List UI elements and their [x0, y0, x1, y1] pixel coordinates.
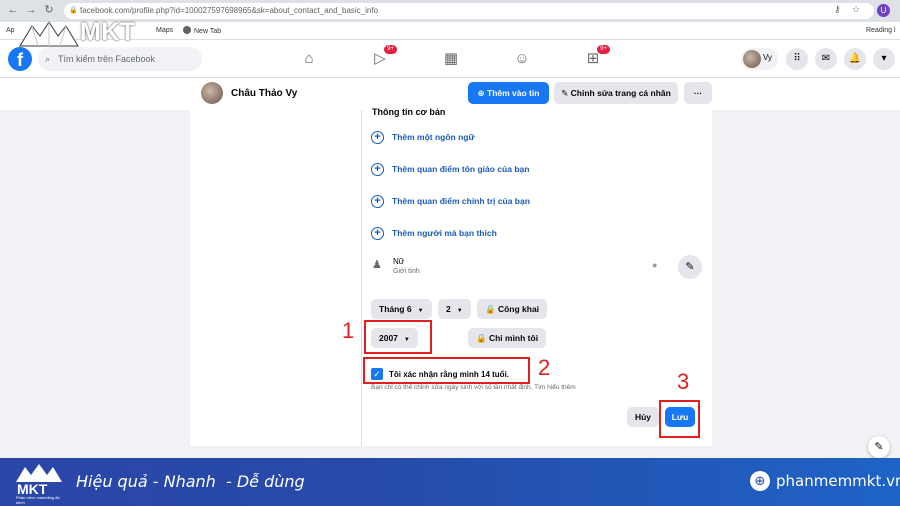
add-interested-in-link[interactable]: + Thêm người mà bạn thích: [371, 227, 497, 243]
year-privacy-button[interactable]: 🔒 Chỉ mình tôi: [468, 328, 547, 348]
mkt-logo: MKT Phần mềm marketing đa kênh: [18, 18, 158, 52]
person-icon: ♟: [372, 259, 382, 271]
header-profile-chip[interactable]: Vy: [741, 48, 778, 70]
groups-badge: 9+: [597, 45, 610, 54]
url-text: facebook.com/profile.php?id=100027597698…: [80, 6, 379, 15]
month-select[interactable]: Tháng 6 ▼: [371, 299, 432, 319]
annotation-number-2: 2: [538, 355, 551, 380]
bookmark-apps[interactable]: Ap: [6, 26, 15, 36]
chevron-down-icon: ▼: [417, 308, 424, 314]
annotation-number-3: 3: [677, 369, 690, 394]
notifications-icon[interactable]: 🔔: [844, 48, 866, 70]
home-icon[interactable]: ⌂: [298, 49, 320, 69]
gender-label: Giới tính: [393, 268, 420, 275]
mkt-mountain-icon: [19, 21, 79, 47]
about-content-card: Thông tin cơ bản + Thêm một ngôn ngữ + Thê…: [362, 107, 712, 446]
gaming-icon[interactable]: ⊞ 9+: [582, 45, 610, 69]
search-placeholder: Tìm kiếm trên Facebook: [58, 54, 156, 64]
add-politics-link[interactable]: + Thêm quan điểm chính trị của bạn: [371, 195, 530, 211]
plus-icon: +: [371, 131, 384, 144]
chevron-down-icon: ▼: [456, 308, 463, 314]
lock-icon: 🔒: [69, 7, 78, 14]
marketplace-icon[interactable]: ▦: [440, 49, 462, 69]
menu-grid-icon[interactable]: ⠿: [786, 48, 808, 70]
globe-icon: [183, 26, 191, 34]
footer-tagline: Phần mềm marketing đa kênh: [16, 495, 60, 505]
edit-limit-note: Bạn chỉ có thể chỉnh sửa ngày sinh với s…: [371, 384, 576, 391]
messenger-icon[interactable]: ✉: [815, 48, 837, 70]
watch-icon[interactable]: ▷ 9+: [369, 45, 397, 69]
account-chevron-icon[interactable]: ▾: [873, 48, 895, 70]
globe-icon: ⊕: [750, 471, 770, 491]
add-language-link[interactable]: + Thêm một ngôn ngữ: [371, 131, 475, 147]
avatar: [743, 50, 761, 68]
more-options-button[interactable]: ···: [684, 82, 712, 104]
reading-list[interactable]: Reading l: [866, 26, 896, 36]
plus-icon: +: [371, 195, 384, 208]
address-bar[interactable]: 🔒 facebook.com/profile.php?id=1000275976…: [64, 3, 874, 19]
gender-value: Nữ: [393, 257, 405, 266]
edit-profile-button[interactable]: ✎ Chỉnh sửa trang cá nhân: [554, 82, 678, 104]
bookmark-maps[interactable]: Maps: [156, 26, 173, 36]
add-story-button[interactable]: ⊕ Thêm vào tin: [468, 82, 549, 104]
mkt-brand-name: MKT: [80, 18, 136, 46]
mkt-tagline: Phần mềm marketing đa kênh: [82, 45, 136, 50]
globe-icon: ●: [652, 260, 658, 270]
plus-icon: +: [371, 227, 384, 240]
reload-icon[interactable]: ↻: [42, 3, 56, 17]
bookmark-new-tab[interactable]: New Tab: [183, 26, 221, 37]
groups-icon[interactable]: ☺: [511, 49, 533, 69]
footer-slogan: Hiệu quả - Nhanh - Dễ dùng: [76, 472, 305, 491]
browser-user-avatar[interactable]: U: [877, 4, 890, 17]
new-message-icon[interactable]: ✎: [868, 436, 890, 458]
add-religion-link[interactable]: + Thêm quan điểm tôn giáo của bạn: [371, 163, 529, 179]
star-icon[interactable]: ☆: [852, 4, 860, 15]
day-select[interactable]: 2 ▼: [438, 299, 471, 319]
key-icon[interactable]: ⚷: [834, 4, 841, 15]
annotation-box-confirm: [363, 357, 530, 384]
about-sidebar: [190, 110, 362, 446]
annotation-number-1: 1: [342, 318, 355, 343]
profile-header: Châu Thảo Vy ⊕ Thêm vào tin ✎ Chỉnh sửa …: [0, 78, 900, 110]
gender-row: ♟ Nữ Giới tính ● ✎: [372, 255, 702, 281]
watch-badge: 9+: [384, 45, 397, 54]
cancel-button[interactable]: Hủy: [627, 407, 659, 427]
forward-icon[interactable]: →: [24, 3, 38, 17]
avatar[interactable]: [201, 82, 223, 104]
edit-gender-button[interactable]: ✎: [678, 255, 702, 279]
annotation-box-save: [659, 400, 700, 438]
mkt-mountain-icon: [16, 464, 62, 482]
profile-name[interactable]: Châu Thảo Vy: [231, 88, 297, 99]
section-title: Thông tin cơ bản: [372, 107, 446, 117]
promo-footer: MKT Phần mềm marketing đa kênh Hiệu quả …: [0, 458, 900, 506]
footer-mkt-logo: MKT Phần mềm marketing đa kênh: [14, 463, 64, 505]
footer-website[interactable]: phanmemmkt.vn: [776, 472, 900, 490]
back-icon[interactable]: ←: [6, 3, 20, 17]
plus-icon: +: [371, 163, 384, 176]
date-privacy-button[interactable]: 🔒 Công khai: [477, 299, 548, 319]
header-profile-name: Vy: [763, 53, 773, 62]
annotation-box-year: [364, 320, 432, 354]
